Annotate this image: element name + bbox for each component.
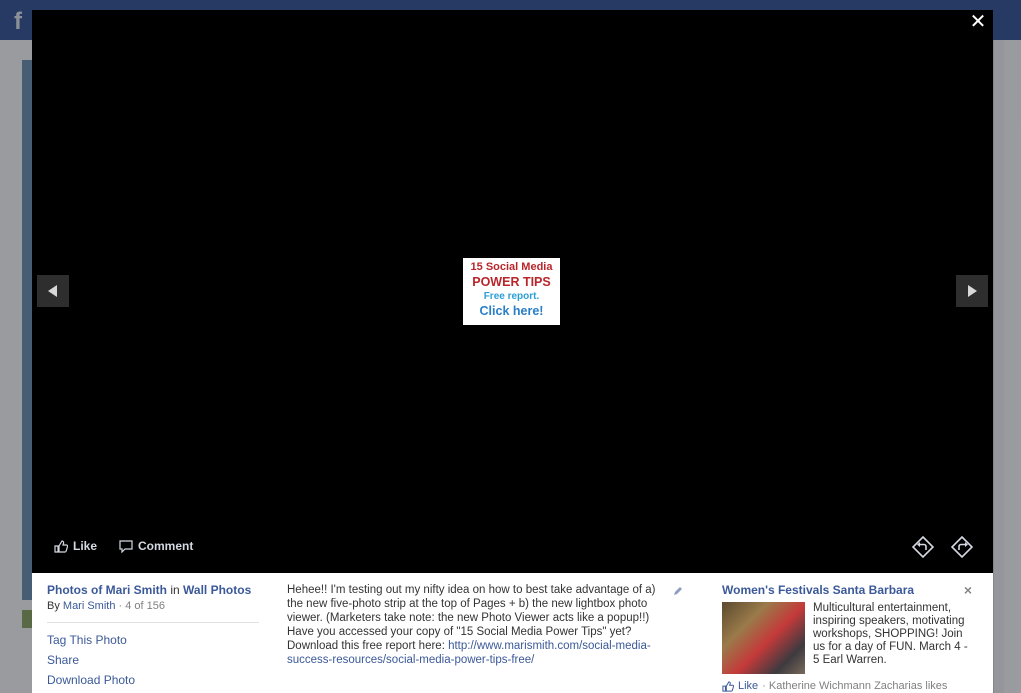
ad-image[interactable]	[722, 602, 805, 674]
photos-of-link[interactable]: Photos of Mari Smith	[47, 583, 167, 597]
ad-like-button[interactable]: Like	[738, 680, 758, 692]
download-photo-link[interactable]: Download Photo	[47, 673, 259, 687]
photo-stage: ✕ 15 Social Media POWER TIPS Free report…	[32, 10, 993, 573]
next-photo-button[interactable]	[956, 275, 988, 307]
ad-like-text: · Katherine Wichmann Zacharias likes	[762, 680, 948, 692]
like-label: Like	[73, 539, 98, 553]
sponsored-ad: Women's Festivals Santa Barbara × Multic…	[722, 583, 972, 692]
ad-like-row: Like · Katherine Wichmann Zacharias like…	[722, 680, 972, 692]
photo-image[interactable]: 15 Social Media POWER TIPS Free report. …	[463, 258, 560, 325]
divider	[47, 622, 259, 623]
photo-options-menu: Tag This Photo Share Download Photo	[47, 633, 259, 687]
photo-lightbox: ✕ 15 Social Media POWER TIPS Free report…	[32, 10, 993, 693]
album-link[interactable]: Wall Photos	[183, 583, 251, 597]
album-title: Photos of Mari Smith in Wall Photos	[47, 583, 259, 597]
caption-paragraph-3: Download this free report here: http://w…	[287, 639, 672, 667]
album-in-label: in	[170, 583, 180, 597]
tag-photo-link[interactable]: Tag This Photo	[47, 633, 259, 647]
arrow-right-icon	[968, 285, 977, 297]
photo-actions: Like Comment	[54, 539, 193, 553]
photo-text-line-4: Click here!	[479, 304, 544, 318]
photo-caption: Heheе!! I'm testing out my nifty idea on…	[287, 583, 672, 667]
rotate-right-icon[interactable]	[951, 536, 973, 558]
comment-label: Comment	[138, 539, 194, 553]
rotate-left-icon[interactable]	[912, 536, 934, 558]
photo-meta: Photos of Mari Smith in Wall Photos By M…	[47, 583, 259, 693]
photo-position: · 4 of 156	[118, 600, 166, 612]
owner-link[interactable]: Mari Smith	[63, 600, 116, 612]
arrow-left-icon	[48, 285, 57, 297]
by-line: By Mari Smith · 4 of 156	[47, 600, 259, 612]
ad-description: Multicultural entertainment, inspiring s…	[813, 602, 968, 666]
thumbs-up-icon	[54, 539, 68, 553]
caption-paragraph-2: Have you accessed your copy of "15 Socia…	[287, 626, 632, 638]
photo-text-line-1: 15 Social Media	[470, 261, 553, 273]
share-link[interactable]: Share	[47, 653, 259, 667]
thumbs-up-icon	[722, 680, 734, 692]
photo-text-line-3: Free report.	[483, 291, 540, 302]
comment-button[interactable]: Comment	[119, 539, 193, 553]
photo-text-line-2: POWER TIPS	[472, 275, 551, 289]
comment-icon	[119, 539, 133, 553]
like-button[interactable]: Like	[54, 539, 97, 553]
caption-paragraph-1: Heheе!! I'm testing out my nifty idea on…	[287, 584, 656, 624]
previous-photo-button[interactable]	[37, 275, 69, 307]
by-label: By	[47, 600, 60, 612]
ad-close-icon[interactable]: ×	[964, 583, 972, 597]
close-icon[interactable]: ✕	[967, 11, 989, 33]
pencil-icon[interactable]	[672, 585, 684, 597]
ad-body: Multicultural entertainment, inspiring s…	[722, 602, 972, 674]
photo-info-panel: Photos of Mari Smith in Wall Photos By M…	[32, 573, 993, 693]
caption-download-prefix: Download this free report here:	[287, 640, 445, 652]
ad-title[interactable]: Women's Festivals Santa Barbara	[722, 583, 972, 597]
